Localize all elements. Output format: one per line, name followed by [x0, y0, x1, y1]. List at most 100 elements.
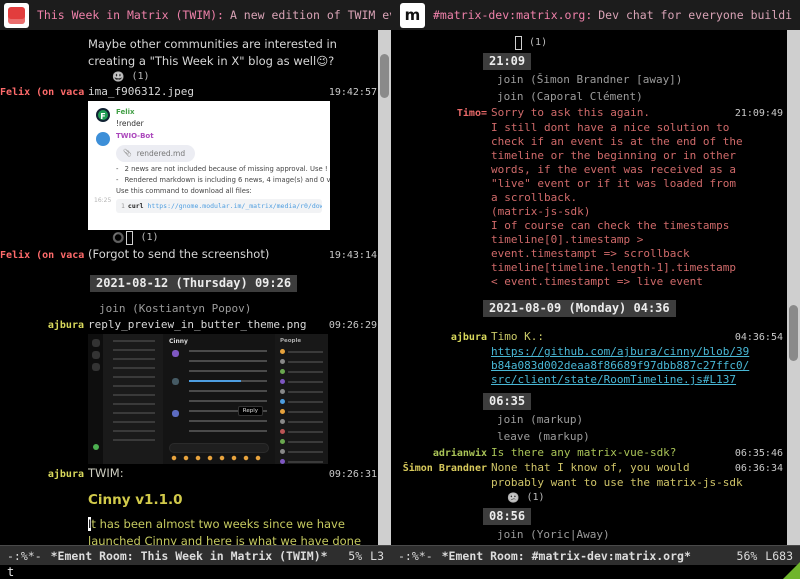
message-text: event.timestampt => scrollback	[491, 247, 690, 261]
room-avatar-matrix-icon: m	[400, 3, 425, 28]
avatar	[172, 378, 179, 385]
header-line-matrix-dev: m #matrix-dev:matrix.org: Dev chat for e…	[391, 0, 800, 30]
window-split: This Week in Matrix (TWIM): A new editio…	[0, 0, 800, 565]
scrollbar-thumb[interactable]	[789, 305, 798, 361]
message-row[interactable]: event.timestampt => scrollback	[391, 247, 800, 261]
cinny-message-input	[169, 443, 269, 453]
reaction[interactable]: 😃 (1)	[0, 70, 391, 84]
reaction-count: (1)	[131, 70, 149, 84]
sender-name[interactable]: ajbura	[391, 331, 487, 345]
emacs-frame: This Week in Matrix (TWIM): A new editio…	[0, 0, 800, 579]
member-row	[280, 349, 323, 354]
message-row[interactable]: (matrix-js-sdk)	[391, 205, 800, 219]
heading-text: Cinny v1.1.0	[88, 491, 183, 509]
message-row[interactable]: Felix (on vacaima_f906312.jpeg19:42:57	[0, 85, 391, 100]
sender-name[interactable]: Timo=	[391, 107, 487, 121]
member-row	[280, 359, 323, 364]
message-row[interactable]: timeline[0].timestamp >	[391, 233, 800, 247]
sender-name[interactable]: adrianwix	[391, 447, 487, 461]
room-avatar-twim-icon	[4, 3, 29, 28]
reaction-count: (1)	[529, 36, 547, 50]
modeline-buffer-name: *Ement Room: This Week in Matrix (TWIM)*	[51, 546, 328, 566]
minibuffer[interactable]: t	[0, 565, 800, 579]
modeline-buffer-name: *Ement Room: #matrix-dev:matrix.org*	[442, 546, 691, 566]
chat-buffer-twim[interactable]: Maybe other communities are interested i…	[0, 30, 391, 545]
reaction-emoji-icon[interactable]: 😕	[507, 493, 519, 504]
chat-buffer-matrix-dev[interactable]: ✍(1)21:09join (Šimon Brandner [away])joi…	[391, 30, 800, 545]
message-row[interactable]: Timo=Sorry to ask this again.21:09:49	[391, 106, 800, 121]
cinny-room-list	[103, 334, 163, 464]
scrollbar[interactable]	[378, 30, 391, 545]
date-separator: 2021-08-09 (Monday) 04:36	[391, 300, 800, 317]
embedded-image-cinny-screenshot[interactable]: Cinny Reply People	[88, 334, 328, 464]
message-text: ima_f906312.jpeg	[88, 85, 194, 99]
message-text: (Forgot to send the screenshot)	[88, 246, 269, 262]
message-row[interactable]: It has been almost two weeks since we ha…	[0, 516, 391, 532]
cinny-chat-area: Cinny Reply	[163, 334, 275, 464]
window-twim-room: This Week in Matrix (TWIM): A new editio…	[0, 0, 391, 565]
avatar	[172, 410, 179, 417]
message-row[interactable]: < event.timestampt => live event	[391, 275, 800, 289]
reaction[interactable]: 😕(1)	[391, 491, 800, 505]
message-text: reply_preview_in_butter_theme.png	[88, 318, 307, 332]
message-row[interactable]: a scrollback.	[391, 191, 800, 205]
modeline-percent: 5%	[348, 546, 362, 566]
embedded-image-twio-bot-screenshot[interactable]: F Felix !render TWIO-Bot 📎 rendered.md -…	[88, 101, 330, 230]
reaction[interactable]: ⭕ (1)	[0, 231, 391, 245]
message-text: Maybe other communities are interested i…	[88, 36, 337, 52]
reaction-count: (1)	[140, 231, 158, 245]
sender-name[interactable]: ajbura	[0, 319, 84, 333]
link-highlight	[189, 380, 241, 382]
message-text: launched Cinny and here is what we have …	[88, 533, 361, 545]
scrollbar[interactable]	[787, 30, 800, 545]
message-row[interactable]: I still dont have a nice solution to	[391, 121, 800, 135]
window-matrix-dev-room: m #matrix-dev:matrix.org: Dev chat for e…	[391, 0, 800, 565]
spacer	[0, 295, 391, 299]
membership-event: leave (markup)	[391, 430, 800, 444]
message-row[interactable]: ajburaTimo K.:04:36:54	[391, 330, 800, 345]
message-link-line: src/client/state/RoomTimeline.js#L137	[391, 373, 800, 387]
message-heading: Cinny v1.1.0	[0, 491, 391, 509]
sender-name[interactable]: Felix (on vaca	[0, 86, 84, 100]
message-row[interactable]: Maybe other communities are interested i…	[0, 36, 391, 52]
message-row[interactable]: ajburareply_preview_in_butter_theme.png0…	[0, 318, 391, 333]
hyperlink[interactable]: https://github.com/ajbura/cinny/blob/39	[491, 345, 749, 359]
modeline-line-number: L3	[370, 546, 384, 566]
message-row[interactable]: check if an event is at the end of the	[391, 135, 800, 149]
hyperlink[interactable]: b84a083d002deaa8f86689f97dbb887c27ffc0/	[491, 359, 749, 373]
message-row[interactable]: timeline[timeline.length-1].timestamp	[391, 261, 800, 275]
reaction-emoji-icon[interactable]: ⭕	[112, 233, 124, 244]
separator-label: 06:35	[483, 393, 531, 410]
paperclip-icon: 📎	[123, 149, 132, 157]
scrollbar-thumb[interactable]	[380, 54, 389, 98]
member-row	[280, 379, 323, 384]
member-row	[280, 459, 323, 464]
missing-glyph-box	[515, 36, 522, 50]
hyperlink[interactable]: src/client/state/RoomTimeline.js#L137	[491, 373, 736, 387]
message-row[interactable]: timeline or the beginning or in other	[391, 149, 800, 163]
message-text: (matrix-js-sdk)	[491, 205, 590, 219]
message-row[interactable]: adrianwixIs there any matrix-vue-sdk?06:…	[391, 446, 800, 461]
sender-name[interactable]: Šimon Brandner	[391, 462, 487, 476]
message-row[interactable]: I of course can check the timestamps	[391, 219, 800, 233]
message-text: None that I know of, you would	[491, 461, 690, 475]
message-row[interactable]: launched Cinny and here is what we have …	[0, 533, 391, 545]
message-row[interactable]: Felix (on vaca (Forgot to send the screen…	[0, 246, 391, 263]
message-row[interactable]: ajburaTWIM:09:26:31	[0, 465, 391, 482]
message-row[interactable]: "live" event or if it was loaded from	[391, 177, 800, 191]
sender-name[interactable]: Felix (on vaca	[0, 249, 84, 263]
message-text: words, if the event was received as a	[491, 163, 736, 177]
sender-name[interactable]: ajbura	[0, 468, 84, 482]
message-row[interactable]: creating a "This Week in X" blog as well…	[0, 53, 391, 69]
chat-username: TWIO-Bot	[116, 132, 322, 140]
reaction-emoji-icon[interactable]: ✍	[507, 38, 513, 49]
message-row[interactable]: probably want to use the matrix-js-sdk	[391, 476, 800, 490]
reaction[interactable]: ✍ (1)	[391, 36, 800, 50]
message-row[interactable]: Šimon Brandner None that I know of, you w…	[391, 461, 800, 476]
embedded-image-row: Cinny Reply People	[0, 334, 391, 464]
membership-event: join (Yoric|Away)	[391, 528, 800, 542]
room-topic: A new edition of TWIM ev	[230, 8, 391, 22]
reaction-emoji-icon[interactable]: 😃	[112, 72, 124, 83]
message-row[interactable]: words, if the event was received as a	[391, 163, 800, 177]
message-text: "live" event or if it was loaded from	[491, 177, 736, 191]
